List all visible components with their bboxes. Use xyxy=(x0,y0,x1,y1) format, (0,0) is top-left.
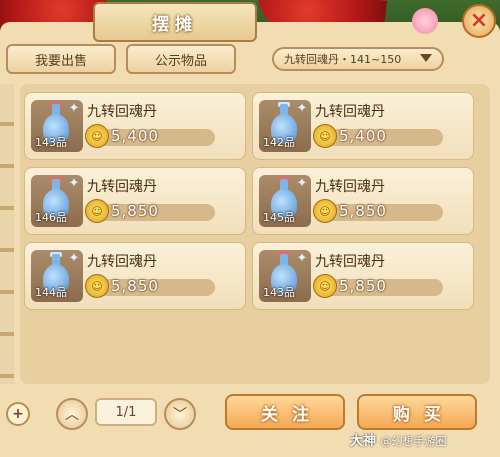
item-name: 九转回魂丹 xyxy=(315,179,385,195)
item-grade: 143品 xyxy=(35,136,67,149)
item-card[interactable]: ✦ 144品 九转回魂丹 ☺ 5,850 xyxy=(24,242,246,310)
item-card[interactable]: ✦ 145品 九转回魂丹 ☺ 5,850 xyxy=(252,167,474,235)
item-price: 5,850 xyxy=(339,277,387,295)
close-button[interactable]: × xyxy=(462,4,496,38)
item-price: 5,400 xyxy=(111,127,159,145)
item-name: 九转回魂丹 xyxy=(87,179,157,195)
item-grade: 146品 xyxy=(35,211,67,224)
page-indicator: 1/1 xyxy=(95,398,157,426)
tab-sell[interactable]: 我要出售 xyxy=(6,44,116,74)
item-price: 5,850 xyxy=(339,202,387,220)
item-filter-dropdown[interactable]: 九转回魂丹・141~150 xyxy=(272,47,444,71)
item-name: 九转回魂丹 xyxy=(87,104,157,120)
coin-icon: ☺ xyxy=(85,199,109,223)
item-card[interactable]: ✦ 146品 九转回魂丹 ☺ 5,850 xyxy=(24,167,246,235)
sparkle-icon: ✦ xyxy=(296,176,308,191)
prev-page-button[interactable]: ︿ xyxy=(56,398,88,430)
plus-button[interactable]: + xyxy=(6,402,30,426)
item-grade: 145品 xyxy=(263,211,295,224)
item-card[interactable]: ✦ 142品 九转回魂丹 ☺ 5,400 xyxy=(252,92,474,160)
potion-bottle-icon: ✦ 145品 xyxy=(259,175,311,227)
tab-public-items[interactable]: 公示物品 xyxy=(126,44,236,74)
flower-icon xyxy=(412,8,438,34)
item-name: 九转回魂丹 xyxy=(87,254,157,270)
coin-icon: ☺ xyxy=(313,124,337,148)
window-title: 摆摊 xyxy=(93,2,257,42)
item-card[interactable]: ✦ 143品 九转回魂丹 ☺ 5,850 xyxy=(252,242,474,310)
item-price: 5,850 xyxy=(111,202,159,220)
potion-bottle-icon: ✦ 144品 xyxy=(31,250,83,302)
item-price: 5,400 xyxy=(339,127,387,145)
watermark: 大神 @幻想手游圈 xyxy=(350,430,447,449)
coin-icon: ☺ xyxy=(85,124,109,148)
item-grade: 144品 xyxy=(35,286,67,299)
potion-bottle-icon: ✦ 146品 xyxy=(31,175,83,227)
item-grade: 142品 xyxy=(263,136,295,149)
buy-button[interactable]: 购买 xyxy=(357,394,477,430)
potion-bottle-icon: ✦ 143品 xyxy=(31,100,83,152)
chevron-down-icon xyxy=(420,54,432,62)
sparkle-icon: ✦ xyxy=(296,251,308,266)
close-icon: × xyxy=(469,8,489,33)
item-price: 5,850 xyxy=(111,277,159,295)
potion-bottle-icon: ✦ 143品 xyxy=(259,250,311,302)
sparkle-icon: ✦ xyxy=(68,101,80,116)
coin-icon: ☺ xyxy=(313,274,337,298)
item-name: 九转回魂丹 xyxy=(315,104,385,120)
filter-selected-value: 九转回魂丹・141~150 xyxy=(284,53,402,66)
item-card[interactable]: ✦ 143品 九转回魂丹 ☺ 5,400 xyxy=(24,92,246,160)
coin-icon: ☺ xyxy=(313,199,337,223)
sparkle-icon: ✦ xyxy=(296,101,308,116)
watermark-sub: @幻想手游圈 xyxy=(380,435,447,448)
sparkle-icon: ✦ xyxy=(68,176,80,191)
watermark-main: 大神 xyxy=(350,434,377,449)
coin-icon: ☺ xyxy=(85,274,109,298)
sparkle-icon: ✦ xyxy=(68,251,80,266)
item-grade: 143品 xyxy=(263,286,295,299)
next-page-button[interactable]: ﹀ xyxy=(164,398,196,430)
category-rail xyxy=(0,84,14,384)
potion-bottle-icon: ✦ 142品 xyxy=(259,100,311,152)
follow-button[interactable]: 关注 xyxy=(225,394,345,430)
item-name: 九转回魂丹 xyxy=(315,254,385,270)
